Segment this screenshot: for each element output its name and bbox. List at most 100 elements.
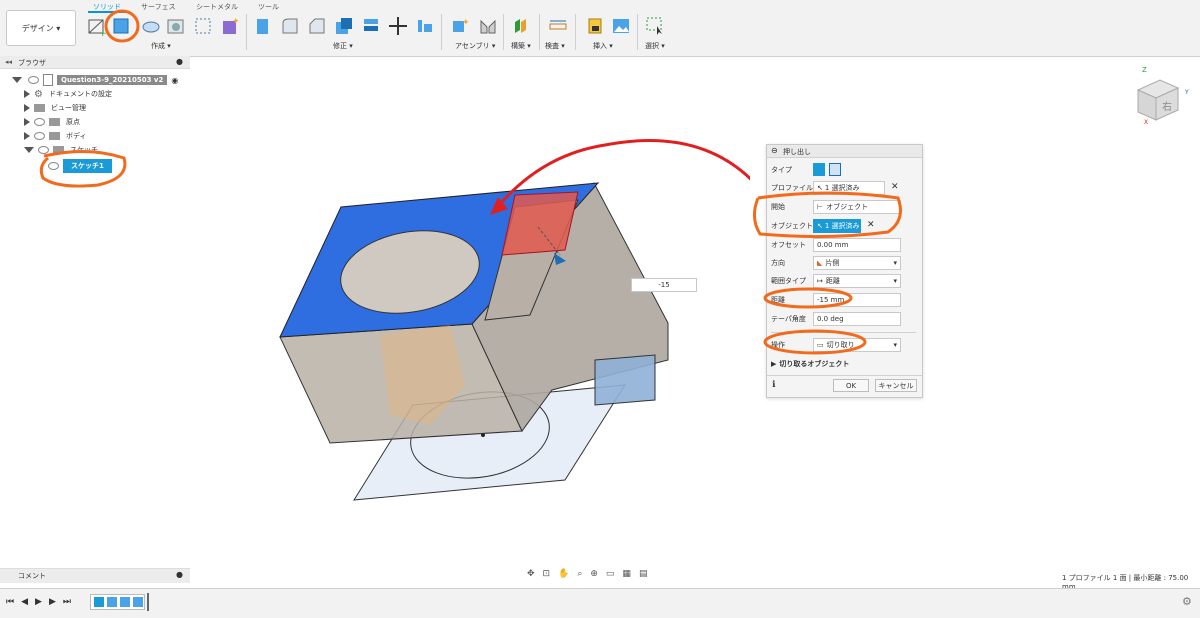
new-component-icon[interactable]: ✦ [450, 15, 472, 37]
inspect-menu[interactable]: 検査 ▾ [545, 41, 565, 51]
timeline-sketch-icon[interactable] [94, 597, 104, 607]
tab-tools[interactable]: ツール [258, 2, 279, 12]
timeline-extrude-icon[interactable] [107, 597, 117, 607]
expand-triangle-icon[interactable] [24, 132, 30, 140]
look-at-icon[interactable]: ⊡ [543, 569, 551, 582]
tree-item-label: 原点 [66, 118, 80, 126]
zoom-icon[interactable]: ⌕ [577, 569, 582, 582]
timeline-extrude-icon[interactable] [133, 597, 143, 607]
insert-image-icon[interactable] [610, 15, 632, 37]
viewports-icon[interactable]: ▤ [639, 569, 648, 582]
create-menu[interactable]: 作成 ▾ [151, 41, 171, 51]
collapse-icon[interactable]: ◂◂ [5, 58, 12, 66]
go-to-end-icon[interactable]: ⏭ [63, 597, 71, 607]
chamfer-icon[interactable] [306, 15, 328, 37]
cut-objects-section[interactable]: ▶ 切り取るオブジェクト [771, 356, 849, 372]
orbit-icon[interactable]: ✥ [527, 569, 535, 582]
expand-triangle-icon[interactable] [24, 104, 30, 112]
direction-value: 片側 [825, 259, 840, 267]
pan-icon[interactable]: ✋ [558, 569, 569, 582]
insert-derive-icon[interactable] [584, 15, 606, 37]
play-icon[interactable]: ▶ [35, 597, 42, 607]
tab-surface[interactable]: サーフェス [141, 2, 176, 12]
browser-title: ブラウザ [18, 59, 46, 67]
go-to-start-icon[interactable]: ⏮ [6, 597, 14, 607]
comment-add-icon[interactable]: ● [176, 570, 183, 579]
fillet-icon[interactable] [279, 15, 301, 37]
annotation-circle-start-object [753, 191, 902, 239]
annotation-circle-distance [763, 287, 853, 309]
press-pull-icon[interactable] [252, 15, 274, 37]
revolve-icon[interactable] [140, 15, 162, 37]
select-menu[interactable]: 選択 ▾ [645, 41, 665, 51]
chevron-down-icon: ▾ [893, 277, 897, 285]
viewcube[interactable]: Z 右 Y X [1130, 62, 1192, 128]
dialog-title: 押し出し [783, 148, 811, 156]
align-icon[interactable] [414, 15, 436, 37]
separator [575, 14, 576, 50]
expand-triangle-icon[interactable] [24, 118, 30, 126]
step-back-icon[interactable]: ◀ [21, 597, 28, 607]
comment-label: コメント [18, 572, 46, 580]
move-icon[interactable] [387, 15, 409, 37]
display-settings-icon[interactable]: ▭ [606, 569, 615, 582]
distance-dimension-input[interactable]: -15 [631, 278, 697, 292]
chevron-down-icon: ▾ [893, 341, 897, 349]
browser-options-icon[interactable]: ● [176, 57, 183, 66]
taper-value: 0.0 deg [817, 315, 844, 323]
eye-icon[interactable] [28, 76, 39, 84]
type-row: タイプ [771, 162, 792, 178]
taper-input[interactable]: 0.0 deg [813, 312, 901, 326]
collapse-triangle-icon[interactable] [24, 147, 34, 153]
tree-root[interactable]: Question3-9_20210503 v2 ◉ [12, 73, 187, 87]
create-form-icon[interactable]: ✦ [219, 15, 241, 37]
offset-input[interactable]: 0.00 mm [813, 238, 901, 252]
tree-item-bodies[interactable]: ボディ [12, 129, 187, 143]
distance-dimension-value: -15 [658, 281, 670, 289]
folder-icon [34, 104, 45, 112]
type-thin-icon[interactable] [829, 163, 841, 176]
grid-icon[interactable]: ▦ [622, 569, 631, 582]
direction-select[interactable]: ◣ 片側 ▾ [813, 256, 901, 270]
workspace-switcher[interactable]: デザイン ▾ [6, 10, 76, 46]
joint-icon[interactable] [477, 15, 499, 37]
ok-button[interactable]: OK [833, 379, 869, 392]
tab-sheet-metal[interactable]: シートメタル [196, 2, 238, 12]
svg-text:X: X [1144, 119, 1148, 126]
fit-icon[interactable]: ⊕ [590, 569, 598, 582]
eye-icon[interactable] [34, 118, 45, 126]
expand-triangle-icon: ▶ [771, 360, 777, 368]
construct-menu[interactable]: 構築 ▾ [511, 41, 531, 51]
taper-label: テーパ角度 [771, 315, 806, 323]
shell-icon[interactable] [333, 15, 355, 37]
tree-item-origin[interactable]: 原点 [12, 115, 187, 129]
step-forward-icon[interactable]: ▶ [49, 597, 56, 607]
cancel-button[interactable]: キャンセル [875, 379, 917, 392]
eye-icon[interactable] [34, 132, 45, 140]
activate-icon[interactable]: ◉ [171, 76, 178, 85]
assembly-menu[interactable]: アセンブリ ▾ [455, 41, 495, 51]
timeline-extrude-icon[interactable] [120, 597, 130, 607]
modify-menu[interactable]: 修正 ▾ [333, 41, 353, 51]
sweep-icon[interactable] [165, 15, 187, 37]
dialog-header: ⊖ 押し出し [767, 145, 922, 158]
tree-item-view-manager[interactable]: ビュー管理 [12, 101, 187, 115]
info-icon[interactable]: ℹ [772, 380, 775, 390]
insert-menu[interactable]: 挿入 ▾ [593, 41, 613, 51]
expand-triangle-icon[interactable] [24, 90, 30, 98]
tree-item-document-settings[interactable]: ⚙ ドキュメントの設定 [12, 87, 187, 101]
combine-icon[interactable] [360, 15, 382, 37]
collapse-triangle-icon[interactable] [12, 77, 22, 83]
type-solid-icon[interactable] [813, 163, 825, 176]
navigation-bar: ✥ ⊡ ✋ ⌕ ⊕ ▭ ▦ ▤ [527, 569, 673, 582]
dialog-collapse-icon[interactable]: ⊖ [771, 146, 778, 155]
folder-icon [49, 118, 60, 126]
blue-window-face [594, 354, 656, 406]
offset-plane-icon[interactable] [510, 15, 532, 37]
measure-icon[interactable] [547, 15, 569, 37]
model-viewport[interactable] [270, 135, 750, 505]
loft-icon[interactable] [192, 15, 214, 37]
select-icon[interactable] [644, 15, 666, 37]
settings-gear-icon[interactable]: ⚙ [1182, 595, 1192, 608]
timeline-marker[interactable] [147, 593, 149, 611]
